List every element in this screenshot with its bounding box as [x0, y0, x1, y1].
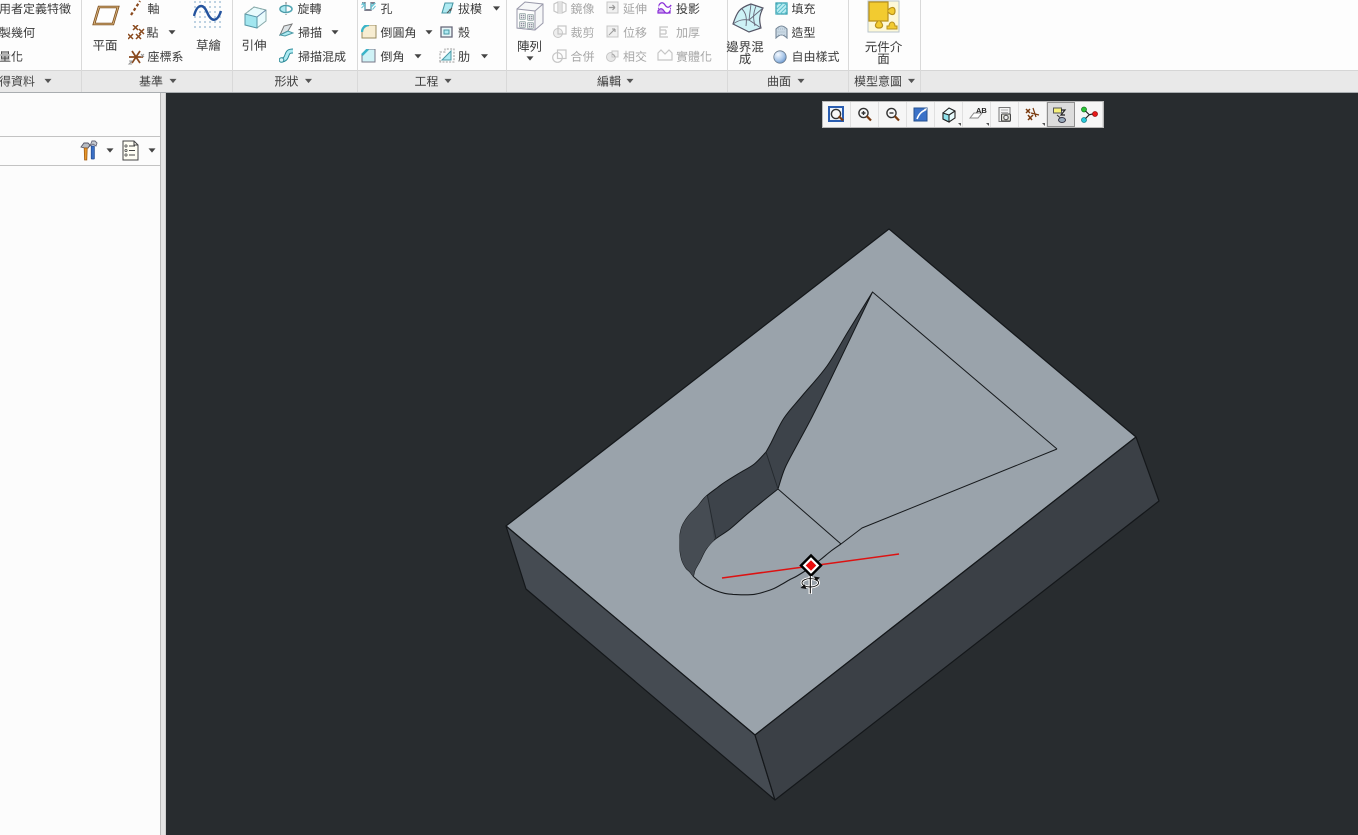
svg-text:AB: AB: [976, 106, 987, 115]
